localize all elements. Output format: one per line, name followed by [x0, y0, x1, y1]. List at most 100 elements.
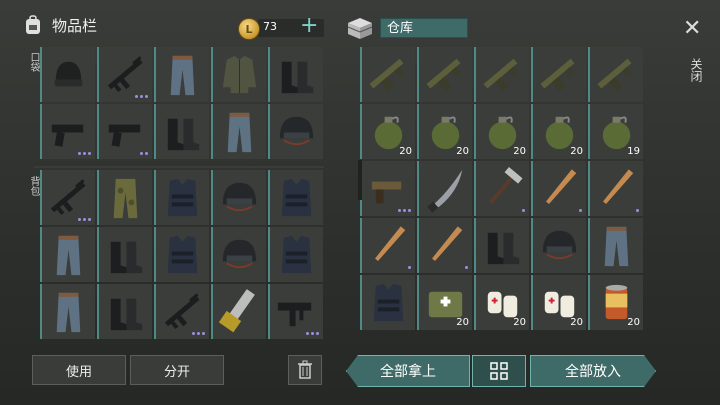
quality-dot: [408, 266, 411, 269]
close-label[interactable]: 关闭: [688, 58, 705, 82]
split-button[interactable]: 分开: [130, 355, 224, 385]
item-count: 20: [570, 317, 583, 328]
hammer-icon: [489, 167, 523, 205]
backpack-slot[interactable]: [154, 170, 209, 225]
pocket-slot[interactable]: [40, 104, 95, 159]
pocket-slot[interactable]: [154, 47, 209, 102]
item-count: 19: [627, 146, 640, 157]
backpack-slot[interactable]: [211, 284, 266, 339]
quality-dots: [408, 266, 411, 269]
rifle-icon: [164, 293, 200, 329]
storage-slot[interactable]: 20: [474, 104, 529, 159]
storage-slot[interactable]: [360, 218, 415, 273]
storage-slot[interactable]: [531, 218, 586, 273]
backpack-slot[interactable]: [268, 170, 323, 225]
storage-slot[interactable]: [417, 47, 472, 102]
camo-pants-icon: [113, 178, 138, 219]
storage-scrollbar[interactable]: [358, 160, 362, 200]
quality-dot: [522, 209, 525, 212]
item-count: 20: [399, 146, 412, 157]
storage-slot[interactable]: 20: [360, 104, 415, 159]
storage-slot[interactable]: [360, 275, 415, 330]
item-count: 20: [456, 317, 469, 328]
vest-icon: [167, 178, 198, 217]
boots-icon: [110, 241, 143, 274]
storage-slot[interactable]: [360, 47, 415, 102]
quality-dot: [311, 332, 314, 335]
pocket-slot[interactable]: [268, 47, 323, 102]
pistol-icon: [51, 124, 84, 147]
use-button[interactable]: 使用: [32, 355, 126, 385]
storage-slot[interactable]: [417, 218, 472, 273]
storage-slot[interactable]: 20: [417, 275, 472, 330]
storage-slot[interactable]: [588, 218, 643, 273]
pants-icon: [604, 226, 629, 267]
grenade-launcher-icon: [369, 58, 404, 92]
quality-dots: [306, 332, 319, 335]
storage-slot[interactable]: 20: [417, 104, 472, 159]
close-button[interactable]: ✕: [683, 18, 701, 40]
pocket-slot[interactable]: [97, 47, 152, 102]
quality-dot: [140, 95, 143, 98]
backpack-slot[interactable]: [268, 284, 323, 339]
backpack-slot[interactable]: [268, 227, 323, 282]
item-count: 20: [513, 317, 526, 328]
storage-slot[interactable]: 20: [474, 275, 529, 330]
backpack-slot[interactable]: [40, 227, 95, 282]
backpack-label: 背包: [28, 176, 39, 196]
storage-slot[interactable]: [588, 47, 643, 102]
quality-dot: [78, 152, 81, 155]
backpack-slot[interactable]: [154, 227, 209, 282]
pocket-slot[interactable]: [211, 104, 266, 159]
inventory-title: 物品栏: [52, 16, 98, 35]
put-all-button[interactable]: 全部放入: [530, 355, 656, 387]
backpack-slot[interactable]: [40, 284, 95, 339]
sort-button[interactable]: [472, 355, 526, 387]
storage-slot[interactable]: 20: [531, 104, 586, 159]
pocket-slot[interactable]: [97, 104, 152, 159]
take-all-button[interactable]: 全部拿上: [346, 355, 470, 387]
trash-button[interactable]: [288, 355, 322, 385]
backpack-slot[interactable]: [97, 170, 152, 225]
add-currency-button[interactable]: +: [300, 14, 318, 38]
quality-dots: [522, 209, 525, 212]
backpack-slot[interactable]: [211, 227, 266, 282]
storage-slot[interactable]: [474, 161, 529, 216]
storage-slot[interactable]: [474, 47, 529, 102]
coin-icon: L: [238, 18, 260, 40]
boots-icon: [281, 61, 314, 94]
bat-icon: [432, 226, 463, 262]
backpack-grid: [40, 170, 323, 339]
bat-icon: [546, 169, 577, 205]
storage-slot[interactable]: [360, 161, 415, 216]
backpack-slot[interactable]: [40, 170, 95, 225]
storage-slot[interactable]: [417, 161, 472, 216]
backpack-slot[interactable]: [97, 284, 152, 339]
storage-slot[interactable]: 20: [588, 275, 643, 330]
storage-slot[interactable]: [474, 218, 529, 273]
quality-dot: [408, 209, 411, 212]
pocket-slot[interactable]: [268, 104, 323, 159]
item-count: 20: [570, 146, 583, 157]
pocket-slot[interactable]: [40, 47, 95, 102]
storage-slot[interactable]: 19: [588, 104, 643, 159]
backpack-slot[interactable]: [97, 227, 152, 282]
pocket-slot[interactable]: [154, 104, 209, 159]
rifle-icon: [50, 179, 86, 215]
pocket-slot[interactable]: [211, 47, 266, 102]
storage-slot[interactable]: 20: [531, 275, 586, 330]
storage-slot[interactable]: [588, 161, 643, 216]
quality-dot: [306, 332, 309, 335]
quality-dot: [88, 218, 91, 221]
backpack-slot[interactable]: [211, 170, 266, 225]
currency-amount: 73: [263, 20, 277, 33]
bat-icon: [375, 226, 406, 262]
storage-slot[interactable]: [531, 47, 586, 102]
backpack-slot[interactable]: [154, 284, 209, 339]
storage-slot[interactable]: [531, 161, 586, 216]
quality-dot: [403, 209, 406, 212]
grid-sort-icon: [490, 362, 508, 380]
boots-icon: [110, 298, 143, 331]
item-count: 20: [456, 146, 469, 157]
quality-dots: [579, 209, 582, 212]
